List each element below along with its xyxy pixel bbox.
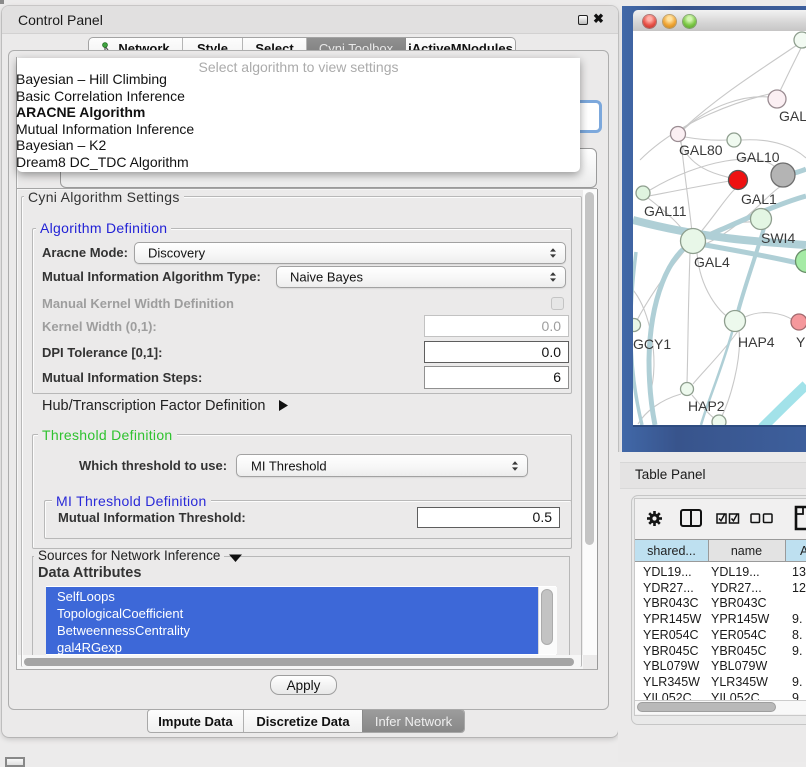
svg-text:GAL1: GAL1 [741, 191, 777, 207]
svg-text:GAL80: GAL80 [679, 142, 723, 158]
svg-text:SWI4: SWI4 [761, 230, 795, 246]
svg-text:GAL2: GAL2 [779, 108, 806, 124]
svg-text:HAP4: HAP4 [738, 334, 775, 350]
svg-text:GCY1: GCY1 [633, 336, 671, 352]
svg-text:GAL10: GAL10 [736, 149, 780, 165]
svg-text:HAP2: HAP2 [688, 398, 725, 414]
svg-text:YM: YM [796, 334, 806, 350]
svg-text:GAL4: GAL4 [694, 254, 730, 270]
svg-text:GAL11: GAL11 [644, 203, 687, 219]
